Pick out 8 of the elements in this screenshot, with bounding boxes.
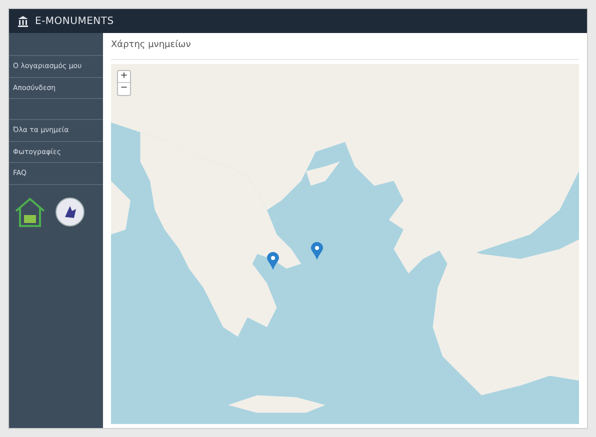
building-icon	[17, 15, 29, 27]
page-title: Χάρτης μνημείων	[111, 33, 579, 60]
zoom-out-button[interactable]: −	[118, 82, 130, 94]
map-marker-icon	[267, 252, 279, 270]
zoom-in-button[interactable]: +	[118, 70, 130, 82]
round-emblem-icon	[55, 196, 85, 226]
map-marker-icon	[311, 242, 323, 260]
app-title: E-MONUMENTS	[35, 14, 114, 28]
